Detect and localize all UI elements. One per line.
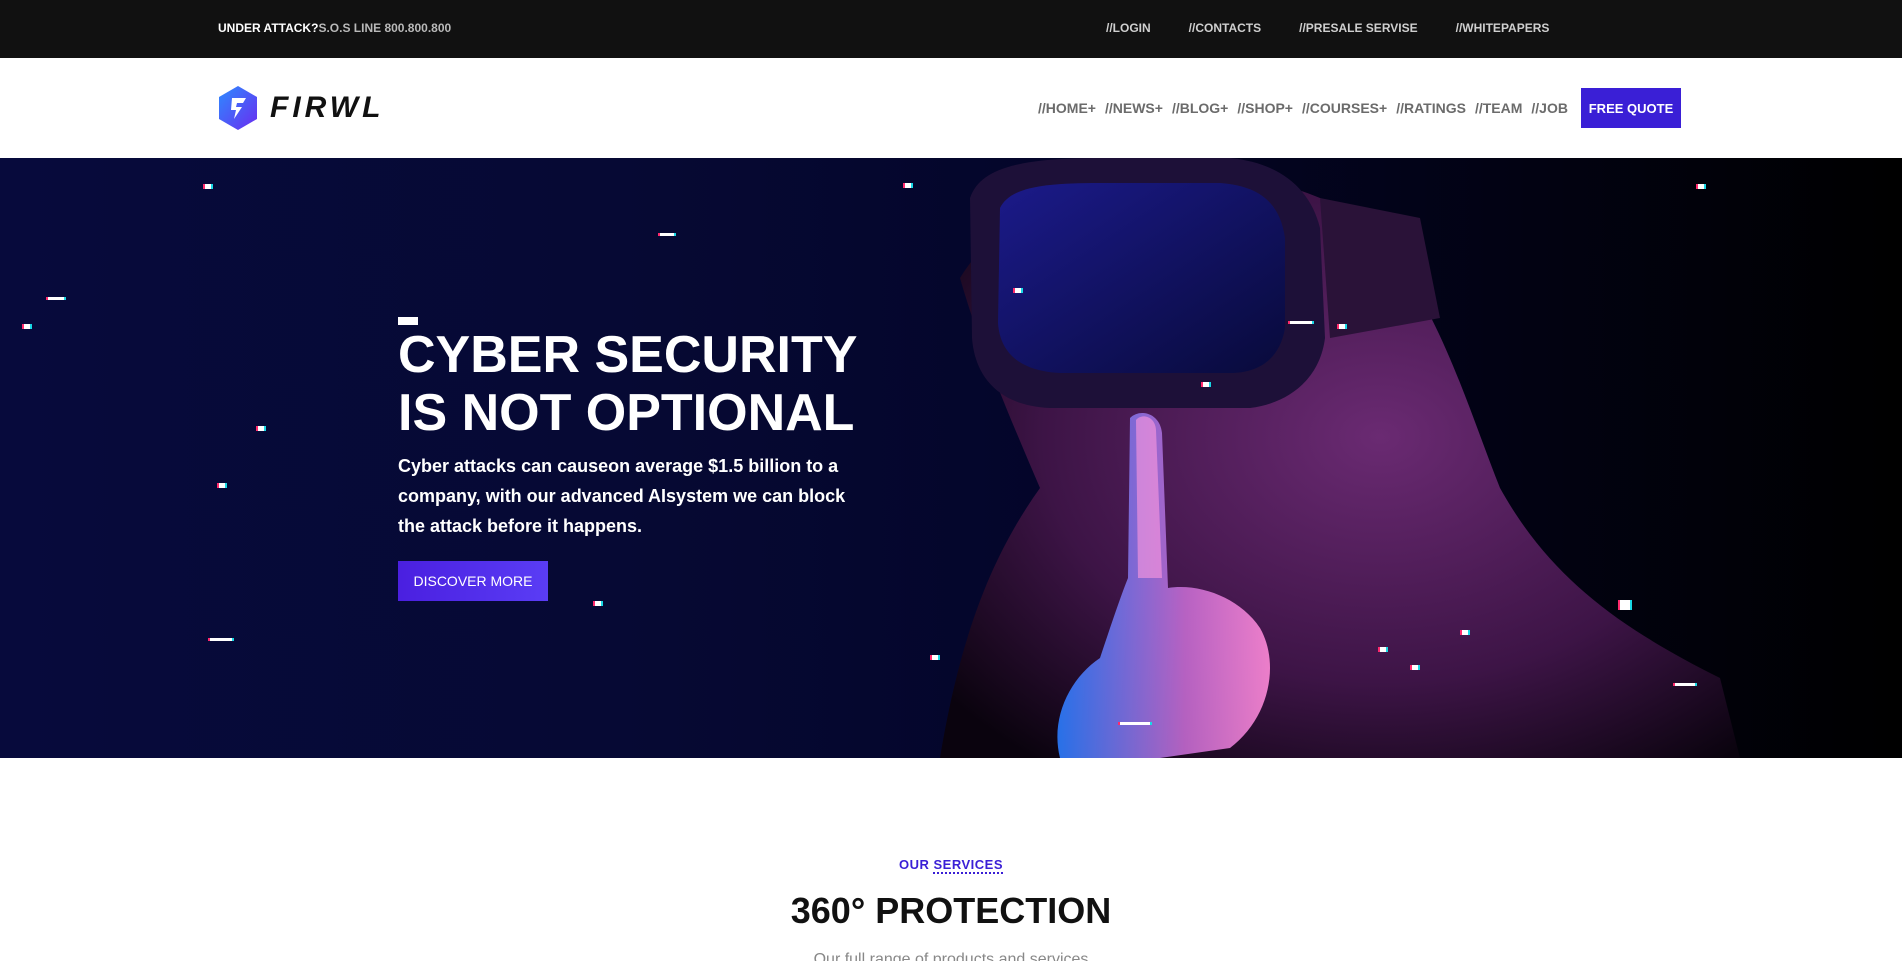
attack-alert: UNDER ATTACK?S.O.S LINE 800.800.800 — [218, 21, 451, 35]
glitch-particle — [1620, 600, 1630, 610]
glitch-particle — [905, 183, 911, 188]
glitch-particle — [595, 601, 601, 606]
glitch-particle — [210, 638, 232, 641]
glitch-particle — [1015, 288, 1021, 293]
hero-title-line-1: CYBER SECURITY — [398, 326, 858, 384]
glitch-particle — [1120, 722, 1150, 725]
services-title: 360° PROTECTION — [790, 890, 1112, 931]
glitch-particle — [1290, 321, 1312, 324]
nav-job[interactable]: //JOB — [1531, 100, 1568, 116]
services-tag-prefix: OUR — [898, 857, 934, 872]
free-quote-button[interactable]: FREE QUOTE — [1581, 88, 1681, 128]
nav-news[interactable]: //NEWS+ — [1105, 100, 1163, 116]
under-attack-label: UNDER ATTACK? — [218, 21, 319, 35]
glitch-particle — [219, 483, 225, 488]
nav-courses[interactable]: //COURSES+ — [1302, 100, 1387, 116]
glitch-particle — [1339, 324, 1345, 329]
glitch-particle — [1675, 683, 1695, 686]
sos-line: S.O.S LINE 800.800.800 — [318, 21, 452, 35]
glitch-particle — [1412, 665, 1418, 670]
top-link-whitepapers[interactable]: //WHITEPAPERS — [1456, 21, 1550, 35]
nav-blog[interactable]: //BLOG+ — [1172, 100, 1228, 116]
glitch-particle — [205, 184, 211, 189]
title-accent-dash — [398, 317, 418, 325]
glitch-particle — [48, 297, 64, 300]
hero-description: Cyber attacks can causeon average $1.5 b… — [398, 456, 846, 536]
top-link-login[interactable]: //LOGIN — [1106, 21, 1151, 35]
hero-title-line-2: IS NOT OPTIONAL — [398, 384, 855, 442]
nav-ratings[interactable]: //RATINGS — [1396, 100, 1466, 116]
site-logo[interactable]: FIRWL — [216, 84, 384, 132]
glitch-particle — [1698, 184, 1704, 189]
services-tag: OUR SERVICES — [0, 857, 1902, 874]
top-links: //LOGIN //CONTACTS //PRESALE SERVISE //W… — [1106, 21, 1549, 35]
glitch-particle — [1462, 630, 1468, 635]
nav-home[interactable]: //HOME+ — [1038, 100, 1096, 116]
services-tag-word: SERVICES — [933, 857, 1003, 874]
glitch-particle — [1380, 647, 1386, 652]
glitch-particle — [258, 426, 264, 431]
top-link-contacts[interactable]: //CONTACTS — [1189, 21, 1261, 35]
main-header: FIRWL //HOME+ //NEWS+ //BLOG+ //SHOP+ //… — [0, 58, 1902, 158]
discover-more-button[interactable]: DISCOVER MORE — [398, 561, 548, 601]
main-nav: //HOME+ //NEWS+ //BLOG+ //SHOP+ //COURSE… — [1038, 100, 1568, 116]
lightning-hex-icon — [216, 84, 260, 132]
hero-section: CYBER SECURITY IS NOT OPTIONAL Cyber att… — [0, 158, 1902, 758]
nav-shop[interactable]: //SHOP+ — [1237, 100, 1293, 116]
hero-title: CYBER SECURITY IS NOT OPTIONAL — [398, 326, 918, 442]
glitch-particle — [1203, 382, 1209, 387]
top-bar: UNDER ATTACK?S.O.S LINE 800.800.800 //LO… — [0, 0, 1902, 58]
glitch-particle — [932, 655, 938, 660]
hero-image — [940, 158, 1740, 758]
logo-text: FIRWL — [270, 91, 385, 124]
services-subtitle: Our full range of products and services — [813, 951, 1089, 961]
nav-team[interactable]: //TEAM — [1475, 100, 1522, 116]
top-link-presale[interactable]: //PRESALE SERVISE — [1299, 21, 1417, 35]
glitch-particle — [24, 324, 30, 329]
glitch-particle — [660, 233, 674, 236]
